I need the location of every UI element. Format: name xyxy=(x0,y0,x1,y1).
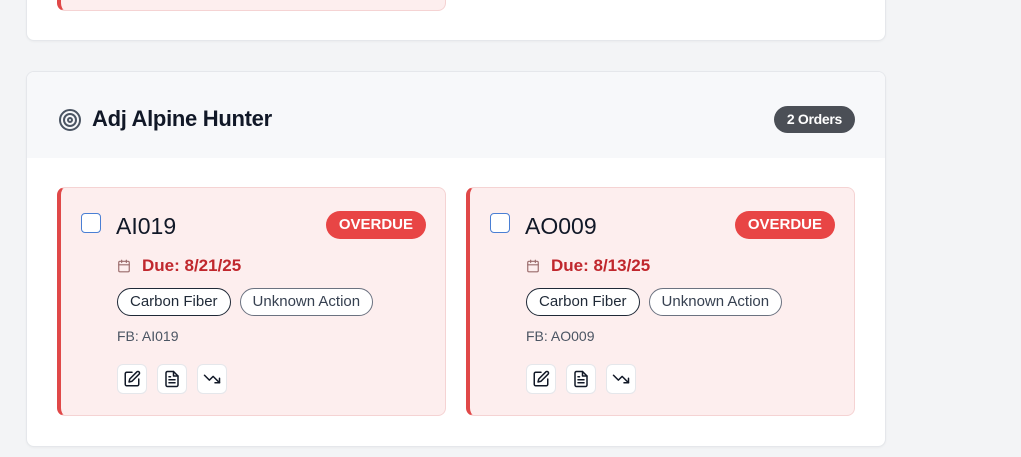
order-id: AO009 xyxy=(525,213,597,239)
order-id: AI019 xyxy=(116,213,177,239)
order-select-checkbox[interactable] xyxy=(81,213,101,233)
edit-icon xyxy=(533,370,550,387)
target-icon xyxy=(59,109,81,131)
document-icon xyxy=(574,370,588,388)
tag-list: Carbon Fiber Unknown Action xyxy=(526,288,783,316)
trend-button[interactable] xyxy=(606,364,636,394)
document-icon xyxy=(165,370,179,388)
document-button[interactable] xyxy=(566,364,596,394)
group-panel: Adj Alpine Hunter 2 Orders AI019 OVERDUE… xyxy=(26,71,886,447)
due-date: Due: 8/13/25 xyxy=(551,256,651,275)
group-header: Adj Alpine Hunter 2 Orders xyxy=(27,72,885,158)
order-card[interactable]: AO009 OVERDUE Due: 8/13/25 Carbon Fiber … xyxy=(466,187,855,416)
action-tag: Unknown Action xyxy=(239,288,374,316)
action-bar xyxy=(117,364,227,394)
action-bar xyxy=(526,364,636,394)
trend-down-icon xyxy=(612,374,630,384)
status-badge: OVERDUE xyxy=(734,211,835,239)
fb-reference: FB: AO009 xyxy=(526,328,595,344)
trend-down-icon xyxy=(203,374,221,384)
order-count-badge: 2 Orders xyxy=(773,106,855,133)
trend-button[interactable] xyxy=(197,364,227,394)
order-select-checkbox[interactable] xyxy=(490,213,510,233)
edit-button[interactable] xyxy=(117,364,147,394)
material-tag: Carbon Fiber xyxy=(117,288,231,316)
action-tag: Unknown Action xyxy=(648,288,783,316)
previous-order-card[interactable] xyxy=(57,0,446,11)
tag-list: Carbon Fiber Unknown Action xyxy=(117,288,374,316)
status-badge: OVERDUE xyxy=(325,211,426,239)
previous-group-panel xyxy=(26,0,886,41)
edit-icon xyxy=(124,370,141,387)
order-card[interactable]: AI019 OVERDUE Due: 8/21/25 Carbon Fiber … xyxy=(57,187,446,416)
due-date-row: Due: 8/21/25 xyxy=(117,256,241,276)
group-title: Adj Alpine Hunter xyxy=(92,106,272,131)
material-tag: Carbon Fiber xyxy=(526,288,640,316)
document-button[interactable] xyxy=(157,364,187,394)
edit-button[interactable] xyxy=(526,364,556,394)
fb-reference: FB: AI019 xyxy=(117,328,179,344)
calendar-icon xyxy=(118,259,130,273)
due-date-row: Due: 8/13/25 xyxy=(526,256,650,276)
due-date: Due: 8/21/25 xyxy=(142,256,242,275)
calendar-icon xyxy=(527,259,539,273)
